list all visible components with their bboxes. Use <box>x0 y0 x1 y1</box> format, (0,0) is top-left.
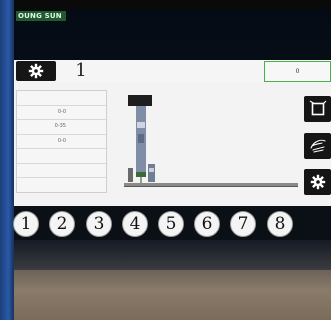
program-label: 2 <box>56 214 68 234</box>
hand-icon <box>309 139 326 153</box>
table-row: 0-35 <box>17 120 106 135</box>
param-value: 0-0 <box>57 108 66 115</box>
param-value: 0-0 <box>57 137 66 144</box>
status-display: 0 <box>264 61 331 82</box>
parameter-table: 0-0 0-35 0-0 <box>16 90 107 193</box>
frame-icon <box>309 100 326 116</box>
program-button-8[interactable]: 8 <box>267 211 293 237</box>
program-label: 1 <box>20 214 32 234</box>
program-button-3[interactable]: 3 <box>86 211 112 237</box>
side-settings-button[interactable] <box>304 169 331 195</box>
brand-logo: OUNG SUN <box>16 11 66 21</box>
program-label: 4 <box>129 214 141 234</box>
param-value: 0-35 <box>54 123 66 129</box>
device-frame <box>14 270 331 320</box>
table-row: 0-0 <box>17 106 106 120</box>
table-row <box>17 164 106 178</box>
table-row <box>17 149 106 164</box>
machine-diagram <box>124 95 298 187</box>
program-label: 5 <box>165 214 177 234</box>
program-button-2[interactable]: 2 <box>49 211 75 237</box>
program-label: 8 <box>274 214 286 234</box>
manual-button[interactable] <box>304 133 331 159</box>
screen-lower-area <box>14 240 331 270</box>
program-label: 3 <box>93 214 105 234</box>
program-label: 7 <box>237 214 249 234</box>
program-button-4[interactable]: 4 <box>122 211 148 237</box>
program-button-7[interactable]: 7 <box>230 211 256 237</box>
frame-button[interactable] <box>304 96 331 122</box>
step-number: 1 <box>75 60 87 81</box>
screen-bezel-top <box>0 0 331 10</box>
gear-icon <box>310 174 325 190</box>
gear-icon <box>28 63 44 79</box>
table-row <box>17 91 106 106</box>
program-label: 6 <box>201 214 213 234</box>
screen-bezel-left <box>0 0 14 320</box>
program-button-1[interactable]: 1 <box>13 211 39 237</box>
table-row: 0-0 <box>17 135 106 149</box>
program-button-5[interactable]: 5 <box>158 211 184 237</box>
settings-button[interactable] <box>16 61 56 81</box>
program-button-6[interactable]: 6 <box>194 211 220 237</box>
